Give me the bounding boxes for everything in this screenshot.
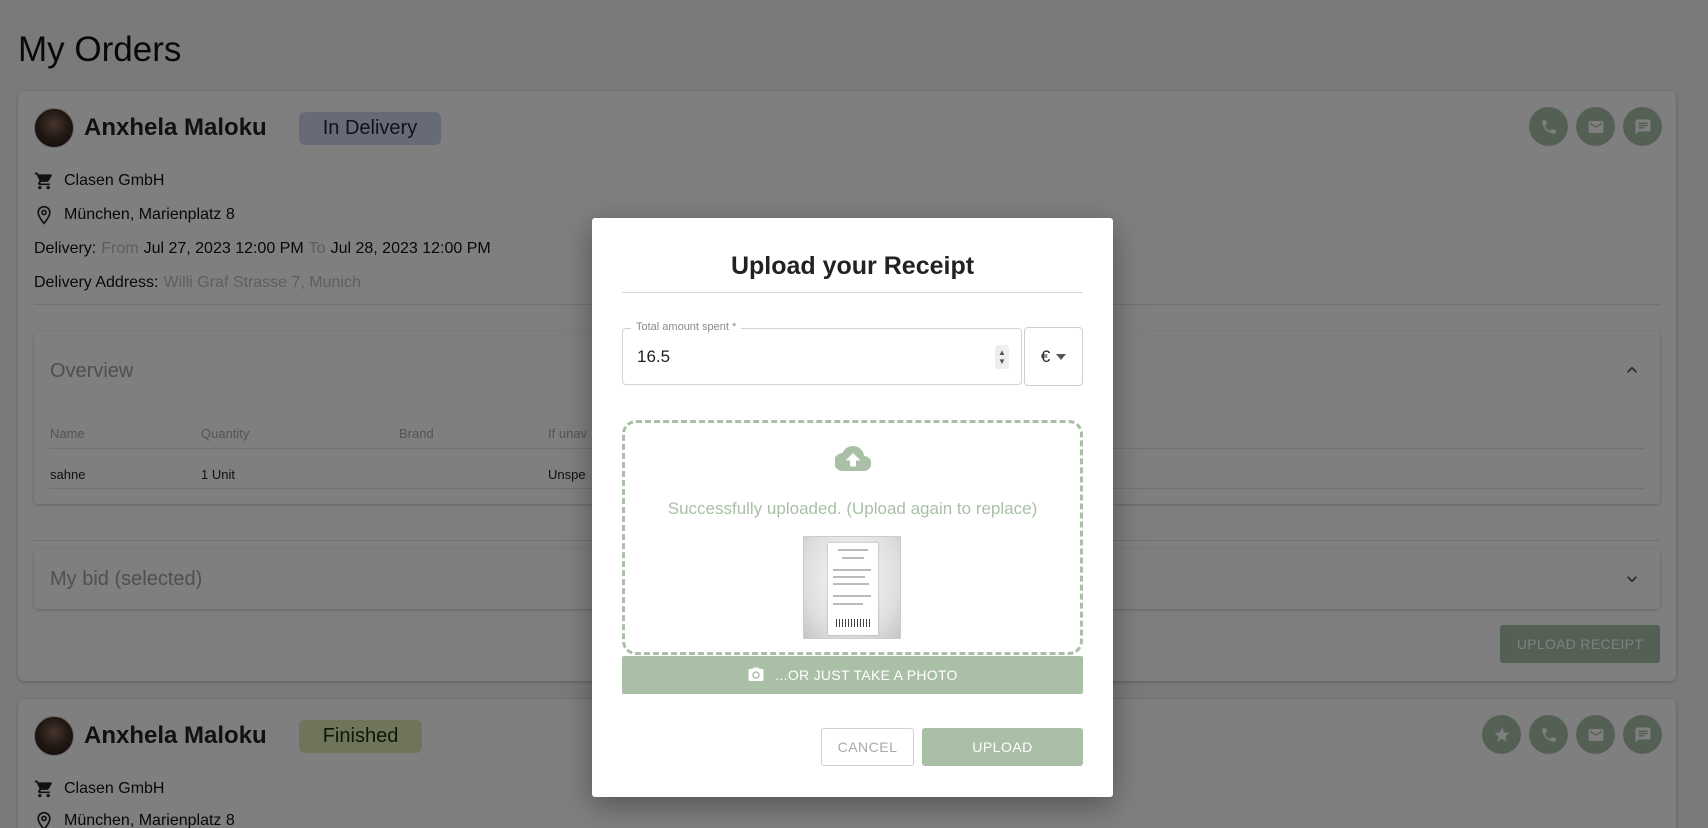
currency-select[interactable]: € [1024,327,1083,386]
amount-field[interactable]: Total amount spent * 16.5 ▲ ▼ [622,321,1022,385]
receipt-dropzone[interactable]: Successfully uploaded. (Upload again to … [622,420,1083,655]
divider [622,292,1083,293]
receipt-paper [828,543,878,635]
cancel-button[interactable]: CANCEL [821,728,914,766]
receipt-line [833,583,869,585]
amount-label: Total amount spent * [631,321,742,333]
stepper-up-icon[interactable]: ▲ [998,348,1006,357]
receipt-line [833,569,871,571]
receipt-line [833,576,865,578]
dialog-title: Upload your Receipt [730,252,975,280]
upload-button[interactable]: UPLOAD [922,728,1083,766]
receipt-line [833,603,863,605]
currency-value: € [1040,346,1051,366]
receipt-line [833,595,871,597]
caret-down-icon [1056,353,1067,360]
take-photo-button[interactable]: ...OR JUST TAKE A PHOTO [622,656,1083,694]
receipt-thumbnail [803,536,901,639]
upload-status-text: Successfully uploaded. (Upload again to … [667,499,1038,518]
receipt-line [838,549,868,551]
amount-value[interactable]: 16.5 [637,347,670,367]
number-stepper[interactable]: ▲ ▼ [995,345,1009,369]
take-photo-label: ...OR JUST TAKE A PHOTO [775,667,958,683]
receipt-line [842,557,864,559]
stepper-down-icon[interactable]: ▼ [998,357,1006,366]
camera-icon [748,667,764,681]
barcode [836,619,870,627]
upload-receipt-dialog: Upload your Receipt Total amount spent *… [592,218,1113,797]
cloud-upload-icon [834,445,871,472]
